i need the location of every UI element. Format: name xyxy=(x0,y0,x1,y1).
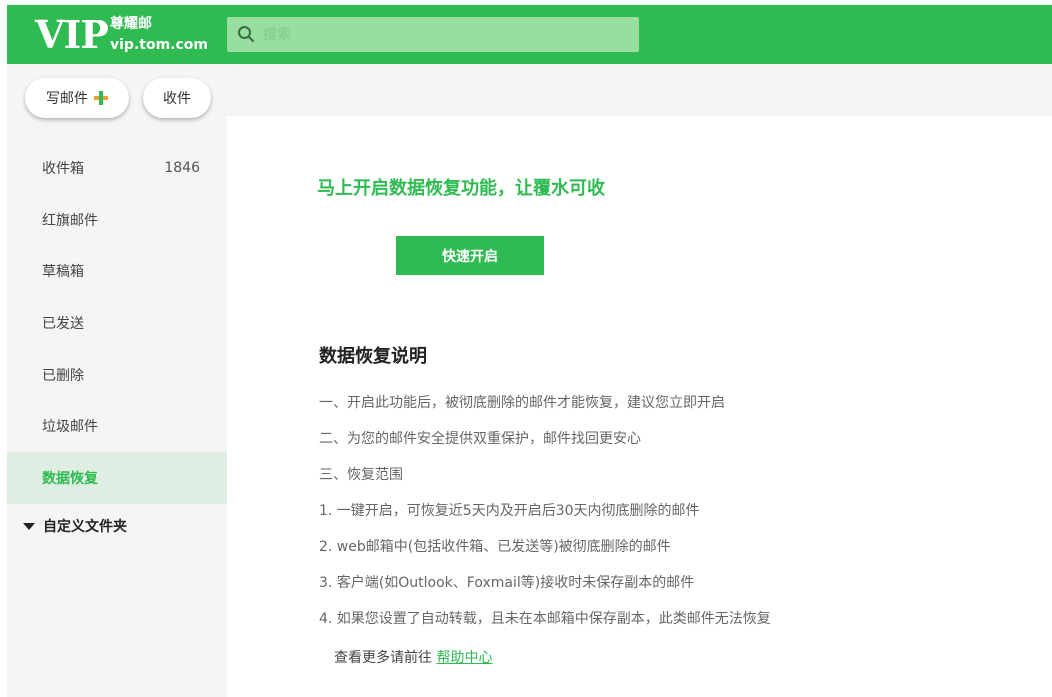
sidebar-item-data-recovery[interactable]: 数据恢复 xyxy=(7,452,227,504)
search-input[interactable] xyxy=(263,17,623,52)
unread-count: 1846 xyxy=(164,159,200,176)
plus-icon xyxy=(94,91,108,105)
custom-folders-label: 自定义文件夹 xyxy=(43,519,127,535)
section-title: 数据恢复说明 xyxy=(319,346,427,367)
desc-line: 1. 一键开启，可恢复近5天内及开启后30天内彻底删除的邮件 xyxy=(319,503,700,519)
top-header: VIP 尊耀邮 vip.tom.com xyxy=(7,5,1052,64)
toolbar-strip xyxy=(227,64,1052,116)
compose-label: 写邮件 xyxy=(46,91,88,107)
desc-line: 二、为您的邮件安全提供双重保护，邮件找回更安心 xyxy=(319,431,641,447)
folder-label: 垃圾邮件 xyxy=(42,419,98,436)
folder-label: 已发送 xyxy=(42,315,84,332)
main-content: 马上开启数据恢复功能，让覆水可收 快速开启 数据恢复说明 一、开启此功能后，被彻… xyxy=(227,116,1052,697)
sidebar: 写邮件 收件 收件箱 1846 红旗邮件 草稿箱 已发送 已删除 垃圾邮件 数据… xyxy=(7,64,227,697)
logo-vip: VIP xyxy=(35,12,109,57)
sidebar-item-flagged[interactable]: 红旗邮件 xyxy=(7,194,227,246)
folder-label: 数据恢复 xyxy=(42,470,98,487)
folder-label: 已删除 xyxy=(42,367,84,384)
page-edge xyxy=(0,0,7,697)
sidebar-item-drafts[interactable]: 草稿箱 xyxy=(7,245,227,297)
caret-down-icon xyxy=(23,522,35,530)
sidebar-item-spam[interactable]: 垃圾邮件 xyxy=(7,400,227,452)
custom-folders-toggle[interactable]: 自定义文件夹 xyxy=(23,516,127,536)
folder-label: 草稿箱 xyxy=(42,264,84,281)
sidebar-item-sent[interactable]: 已发送 xyxy=(7,297,227,349)
desc-line: 2. web邮箱中(包括收件箱、已发送等)被彻底删除的邮件 xyxy=(319,539,671,555)
compose-button[interactable]: 写邮件 xyxy=(25,78,129,118)
receive-button[interactable]: 收件 xyxy=(143,78,211,118)
desc-line: 一、开启此功能后，被彻底删除的邮件才能恢复，建议您立即开启 xyxy=(319,395,725,411)
folder-list: 收件箱 1846 红旗邮件 草稿箱 已发送 已删除 垃圾邮件 数据恢复 xyxy=(7,142,227,504)
search-box[interactable] xyxy=(227,17,639,52)
search-icon[interactable] xyxy=(237,25,255,43)
promo-title: 马上开启数据恢复功能，让覆水可收 xyxy=(317,178,605,199)
receive-label: 收件 xyxy=(163,91,191,107)
help-prefix: 查看更多请前往 xyxy=(334,650,437,666)
sidebar-item-deleted[interactable]: 已删除 xyxy=(7,349,227,401)
logo-domain: vip.tom.com xyxy=(110,37,208,53)
desc-line: 3. 客户端(如Outlook、Foxmail等)接收时未保存副本的邮件 xyxy=(319,575,695,591)
sidebar-item-inbox[interactable]: 收件箱 1846 xyxy=(7,142,227,194)
folder-label: 红旗邮件 xyxy=(42,212,98,229)
help-center-link[interactable]: 帮助中心 xyxy=(436,650,492,666)
desc-line: 4. 如果您设置了自动转载，且未在本邮箱中保存副本，此类邮件无法恢复 xyxy=(319,611,771,627)
folder-label: 收件箱 xyxy=(42,160,84,177)
desc-line: 三、恢复范围 xyxy=(319,467,403,483)
help-line: 查看更多请前往 帮助中心 xyxy=(334,647,492,667)
logo-brand-cn: 尊耀邮 xyxy=(110,16,152,32)
quick-enable-button[interactable]: 快速开启 xyxy=(396,236,544,275)
